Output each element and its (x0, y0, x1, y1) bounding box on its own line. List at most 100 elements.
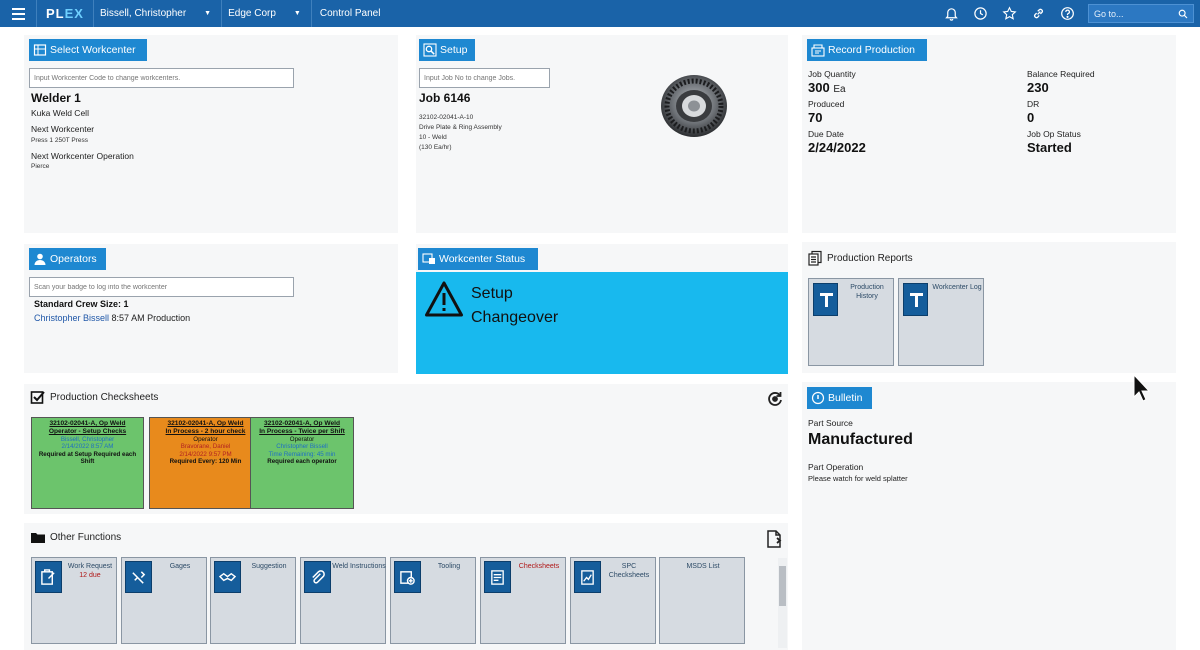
scrollbar-thumb[interactable] (779, 566, 786, 606)
work-request-tile[interactable]: Work Request 12 due (31, 557, 117, 644)
msds-list-tile[interactable]: MSDS List (659, 557, 745, 644)
production-checksheets-title: Production Checksheets (50, 391, 159, 403)
card-title: 32102-02041-A, Op Weld (167, 420, 244, 427)
bulletin-icon (811, 391, 825, 405)
spc-checksheets-tile[interactable]: SPC Checksheets (570, 557, 656, 644)
job-number: Job 6146 (419, 91, 471, 105)
card-requirement: Required at Setup Required each Shift (38, 450, 137, 466)
due-date-label: Due Date (808, 129, 844, 139)
paperclip-icon (304, 561, 331, 593)
card-operator: Christopher Bissell (276, 443, 328, 451)
logo-text-left: PL (46, 6, 65, 21)
card-title: 32102-02041-A, Op Weld (49, 420, 126, 427)
topbar-actions: Go to... (937, 0, 1200, 27)
job-quantity-unit: Ea (833, 84, 846, 95)
production-reports-title: Production Reports (827, 252, 913, 264)
checksheet-card[interactable]: 32102-02041-A, Op Weld In Process - 2 ho… (149, 417, 262, 509)
checksheets-tile[interactable]: Checksheets (480, 557, 566, 644)
menu-icon[interactable] (0, 0, 36, 27)
operators-label: Operators (50, 253, 97, 265)
status-line-1: Setup (471, 285, 513, 302)
gages-label: Gages (169, 563, 191, 570)
mouse-cursor-icon (1133, 374, 1151, 402)
production-history-tile[interactable]: Production History (808, 278, 894, 366)
user-dropdown[interactable]: Bissell, Christopher ▼ (94, 0, 223, 27)
weld-instructions-tile[interactable]: Weld Instructions (300, 557, 386, 644)
part-operation-value: Please watch for weld splatter (808, 474, 908, 483)
checksheet-card[interactable]: 32102-02041-A, Op Weld Operator - Setup … (31, 417, 144, 509)
operation: 10 - Weld (419, 134, 447, 141)
spc-checksheets-label: SPC Checksheets (608, 563, 650, 579)
top-navigation-bar: PL EX Bissell, Christopher ▼ Edge Corp ▼ Co… (0, 0, 1200, 27)
plex-logo[interactable]: PL EX (36, 0, 94, 27)
gages-tile[interactable]: Gages (121, 557, 207, 644)
other-functions-header: Other Functions (30, 529, 121, 545)
part-source-value: Manufactured (808, 431, 913, 448)
workcenter-log-label: Workcenter Log (932, 284, 982, 291)
produced-value: 70 (808, 110, 823, 125)
operators-button[interactable]: Operators (29, 248, 106, 270)
status-line-2: Changeover (471, 309, 559, 326)
checksheets-icon (484, 561, 511, 593)
workcenter-status-label: Workcenter Status (439, 253, 526, 265)
select-workcenter-panel (24, 35, 398, 233)
workcenter-cell: Kuka Weld Cell (31, 108, 89, 118)
company-dropdown[interactable]: Edge Corp ▼ (222, 0, 312, 27)
setup-panel (416, 35, 788, 233)
goto-search-input[interactable]: Go to... (1088, 4, 1194, 23)
help-icon[interactable] (1053, 0, 1082, 27)
folder-icon (31, 533, 45, 543)
record-production-label: Record Production (828, 44, 915, 56)
checksheets-label: Checksheets (518, 563, 560, 570)
vertical-scrollbar[interactable] (778, 558, 787, 648)
warning-icon (425, 281, 463, 317)
select-workcenter-button[interactable]: Select Workcenter (29, 39, 147, 61)
control-panel-link[interactable]: Control Panel (312, 0, 391, 27)
workcenter-status-text: Setup Changeover (471, 282, 558, 330)
workcenter-status-icon (422, 253, 435, 264)
workcenter-status-button[interactable]: Workcenter Status (418, 248, 538, 270)
caret-down-icon: ▼ (293, 10, 301, 17)
record-production-button[interactable]: Record Production (807, 39, 927, 61)
job-op-status-label: Job Op Status (1027, 129, 1081, 139)
suggestion-tile[interactable]: Suggestion (210, 557, 296, 644)
badge-scan-input[interactable] (29, 277, 294, 297)
job-number-input[interactable] (419, 68, 550, 88)
star-icon[interactable] (995, 0, 1024, 27)
workcenter-name: Welder 1 (31, 91, 81, 105)
suggestion-label: Suggestion (251, 563, 287, 570)
checksheet-card[interactable]: 32102-02041-A, Op Weld In Process - Twic… (250, 417, 354, 509)
card-time-remaining: Time Remaining: 45 min (268, 450, 336, 458)
card-role: Operator (193, 436, 218, 443)
refresh-icon[interactable] (766, 390, 784, 408)
record-production-panel (802, 35, 1176, 233)
production-history-label: Production History (850, 284, 884, 300)
clock-icon[interactable] (966, 0, 995, 27)
crew-size: Standard Crew Size: 1 (34, 299, 129, 309)
operator-name-link[interactable]: Christopher Bissell (34, 313, 109, 323)
search-icon[interactable] (1178, 9, 1188, 19)
tooling-tile[interactable]: Tooling (390, 557, 476, 644)
produced-label: Produced (808, 99, 845, 109)
job-op-status-value: Started (1027, 140, 1072, 155)
bell-icon[interactable] (937, 0, 966, 27)
bulletin-button[interactable]: Bulletin (807, 387, 872, 409)
card-title: 32102-02041-A, Op Weld (263, 420, 341, 427)
export-icon[interactable] (766, 529, 784, 549)
link-icon[interactable] (1024, 0, 1053, 27)
report-icon (903, 283, 928, 316)
msds-list-label: MSDS List (686, 563, 720, 570)
card-date: 2/14/2022 9:57 PM (179, 450, 232, 458)
reports-icon (808, 250, 822, 266)
job-quantity-value: 300 (808, 80, 830, 95)
setup-button[interactable]: Setup (419, 39, 475, 61)
card-date: 2/14/2022 8:57 AM (61, 443, 114, 451)
spc-icon (574, 561, 601, 593)
next-workcenter-value: Press 1 250T Press (31, 137, 88, 144)
workcenter-code-input[interactable] (29, 68, 294, 88)
user-name: Bissell, Christopher (100, 8, 187, 19)
goto-placeholder: Go to... (1094, 8, 1124, 19)
part-operation-label: Part Operation (808, 462, 864, 472)
card-subtitle: In Process - Twice per Shift (259, 428, 345, 435)
workcenter-log-tile[interactable]: Workcenter Log (898, 278, 984, 366)
